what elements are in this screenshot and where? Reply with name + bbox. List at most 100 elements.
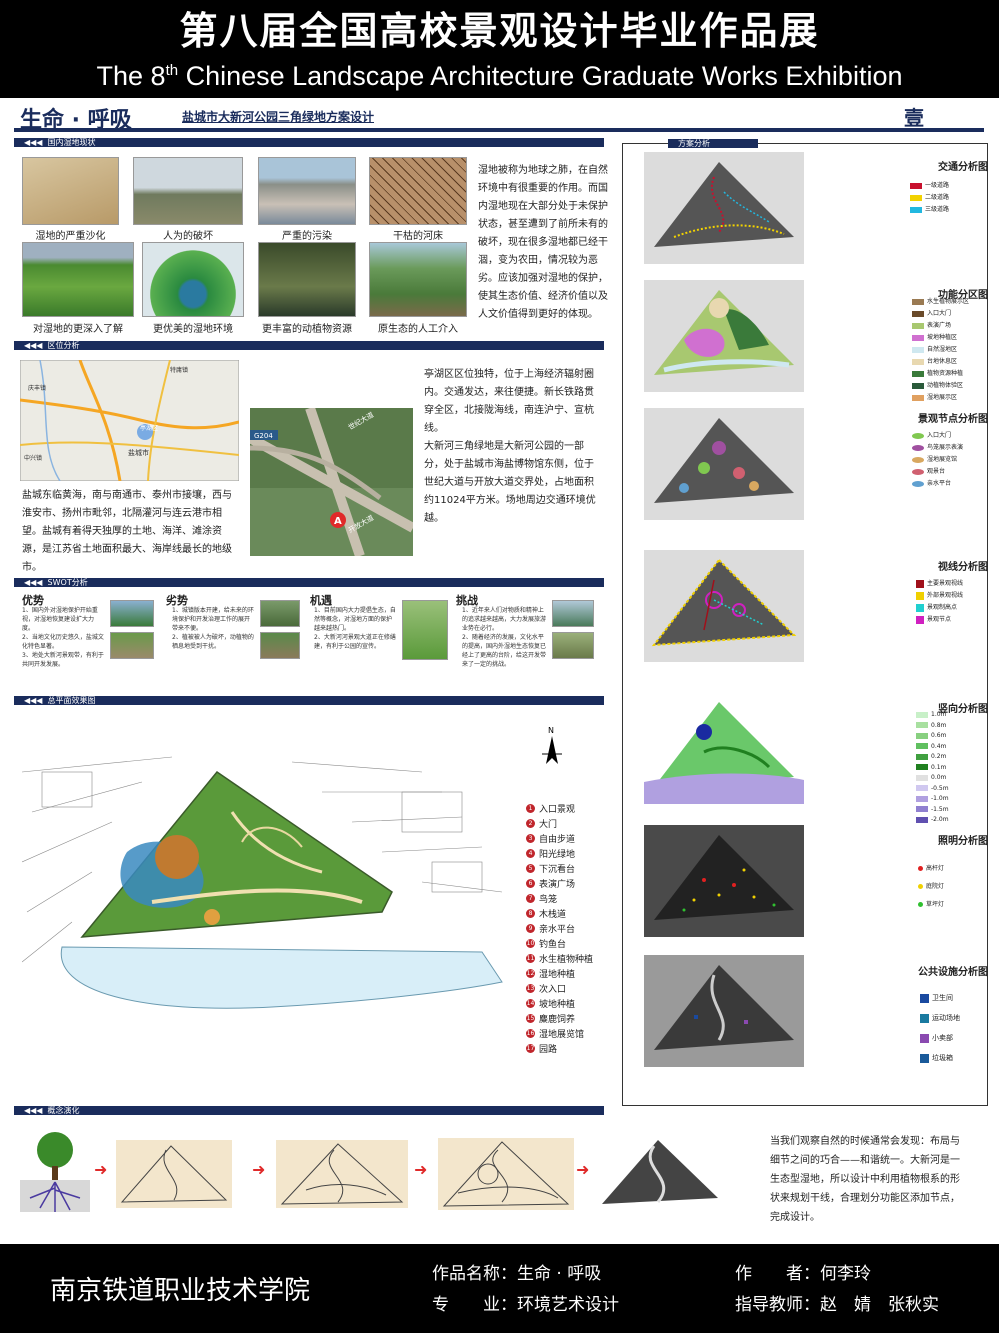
section-bar-concept: ◀◀◀ 概念演化 <box>14 1106 604 1115</box>
exhibition-header: 第八届全国高校景观设计毕业作品展 The 8th Chinese Landsca… <box>0 0 999 98</box>
concept-description: 当我们观察自然的时候通常会发现：布局与细节之间的巧合——和谐统一。大新河是一生态… <box>770 1136 960 1223</box>
trash-icon <box>920 1053 929 1063</box>
map-label-qingfeng: 庆丰镇 <box>28 384 46 392</box>
north-arrow-icon: N <box>542 726 562 764</box>
swot-weakness-text: 1、城镇版本开建，给未来的环境保护和开发治理工作的展开带来不便。 2、植被被人为… <box>172 607 254 650</box>
concept-sketch-2 <box>276 1140 408 1208</box>
caption-human-damage: 人为的破坏 <box>163 231 213 242</box>
location-description-right-2: 大新河三角绿地是大新河公园的一部分，处于盐城市海盐博物馆东侧，位于世纪大道与开放… <box>424 441 596 524</box>
photo-desertification <box>22 157 119 225</box>
wetland-description: 湿地被称为地球之肺，在自然环境中有很重要的作用。而国内湿地现在大部分处于未保护状… <box>478 165 608 320</box>
sightline-map <box>644 550 804 662</box>
lighting-legend: 高杆灯 庭院灯 草坪灯 <box>918 860 944 914</box>
project-subtitle: 盐城市大新河公园三角绿地方案设计 <box>182 110 375 124</box>
advisor: 指导教师：赵 婧 张秋实 <box>735 1295 939 1315</box>
swot-weakness-photo-2 <box>260 632 300 659</box>
photo-human-damage <box>133 157 243 225</box>
legend-item: 1 入口景观 <box>526 802 575 815</box>
caption-desertification: 湿地的严重沙化 <box>35 231 106 242</box>
arrow-right-icon: ➜ <box>94 1160 108 1179</box>
swot-opportunity-text: 1、目前国内大力提倡生态，自然等概念，对湿地方面的保护越来越热门。 2、大新河河… <box>314 607 396 650</box>
project-banner: 生命 · 呼吸 盐城市大新河公园三角绿地方案设计 壹 <box>14 104 984 133</box>
arrow-right-icon: ➜ <box>414 1160 428 1179</box>
elevation-legend: 1.0m 0.8m 0.6m 0.4m 0.2m 0.1m 0.0m -0.5m… <box>916 710 949 826</box>
nodes-legend: 入口大门 鸟笼展示表演 湿地展览馆 观景台 亲水平台 <box>912 430 963 490</box>
major: 专 业：环境艺术设计 <box>432 1295 619 1315</box>
tree-roots-icon <box>20 1132 90 1212</box>
swot-strength-photo-1 <box>110 600 154 627</box>
author: 作 者：何李玲 <box>735 1264 871 1284</box>
sheet-number: 壹 <box>904 106 924 130</box>
swot-threat-photo-2 <box>552 632 594 659</box>
facility-map <box>644 955 804 1067</box>
caption-dry-riverbed: 干枯的河床 <box>393 231 443 242</box>
swot-strength-photo-2 <box>110 632 154 659</box>
school-name: 南京铁道职业技术学院 <box>50 1276 311 1306</box>
traffic-legend: 一级道路 二级道路 三级道路 <box>910 180 949 216</box>
legend-item: 16 湿地展览馆 <box>526 1029 585 1040</box>
legend-item: 3 自由步道 <box>526 832 575 845</box>
legend-item: 17 园路 <box>526 1044 558 1055</box>
caption-wetland-understanding: 对湿地的更深入了解 <box>33 324 123 335</box>
section-bar-wetland: ◀◀◀ 国内湿地现状 <box>14 138 604 147</box>
legend-item: 2 大门 <box>526 817 557 830</box>
photo-wetland-understanding <box>22 242 134 317</box>
swot-strength-text: 1、国内外对湿地保护开始重视，对湿地恢复建设扩大力度。 2、当地文化历史悠久，盐… <box>22 607 104 668</box>
location-description-left: 盐城东临黄海，南与南通市、泰州市接壤，西与淮安市、扬州市毗邻，北隔灌河与连云港市… <box>22 490 232 573</box>
section-bar-location: ◀◀◀ 区位分析 <box>14 341 604 350</box>
legend-item: 11 水生植物种植 <box>526 954 594 965</box>
analysis-title-facility: 公共设施分析图 <box>918 967 988 978</box>
legend-item: 6 表演广场 <box>526 877 575 890</box>
legend-item: 15 麋鹿饲养 <box>526 1014 576 1025</box>
poster-footer: 南京铁道职业技术学院 作品名称：生命 · 呼吸 专 业：环境艺术设计 作 者：何… <box>0 1244 999 1333</box>
master-plan-drawing <box>22 756 503 1009</box>
analysis-title-lighting: 照明分析图 <box>938 836 988 847</box>
legend-item: 8 木栈道 <box>526 907 566 920</box>
swot-threat-photo-1 <box>552 600 594 627</box>
legend-item: 12 湿地种植 <box>526 969 576 980</box>
lighting-map <box>644 825 804 937</box>
legend-item: 7 鸟笼 <box>526 892 557 905</box>
sightline-legend: 主要景观视线 外部景观视线 景观制高点 景观节点 <box>916 578 963 626</box>
section-bar-analysis: 方案分析 <box>668 139 758 148</box>
map-label-g204: G204 <box>254 432 273 440</box>
project-brand: 生命 · 呼吸 <box>20 108 132 133</box>
legend-item: 10 钓鱼台 <box>526 939 567 950</box>
elevation-map <box>644 692 804 804</box>
photo-dry-riverbed <box>369 157 467 225</box>
concept-final-plan <box>598 1138 722 1210</box>
legend-item: 14 坡地种植 <box>526 999 576 1010</box>
analysis-title-nodes: 景观节点分析图 <box>918 414 988 425</box>
map-label-tinghu: 亭湖区 <box>140 424 158 432</box>
analysis-title-traffic: 交通分析图 <box>938 162 988 173</box>
concept-sketch-1 <box>116 1140 232 1208</box>
legend-item: 13 次入口 <box>526 984 567 995</box>
work-name: 作品名称：生命 · 呼吸 <box>432 1264 602 1284</box>
sports-icon <box>920 1013 929 1023</box>
facility-legend: 卫生间 运动场地 小卖部 垃圾箱 <box>920 988 960 1068</box>
concept-sketch-3 <box>438 1138 574 1210</box>
function-zone-map <box>644 280 804 392</box>
location-description-right-1: 亭湖区区位独特，位于上海经济辐射圈内。交通发达，来往便捷。新长铁路贯穿全区，北接… <box>424 369 594 434</box>
legend-item: 5 下沉看台 <box>526 862 575 875</box>
exhibition-title-cn: 第八届全国高校景观设计毕业作品展 <box>179 9 820 53</box>
section-bar-masterplan: ◀◀◀ 总平面效果图 <box>14 696 604 705</box>
caption-wetland-environment: 更优美的湿地环境 <box>153 324 233 335</box>
exhibition-title-en: The 8th Chinese Landscape Architecture G… <box>96 61 903 91</box>
map-label-zhongxing: 中兴镇 <box>24 454 42 462</box>
shop-icon <box>920 1033 929 1043</box>
caption-flora-fauna: 更丰富的动植物资源 <box>262 324 352 335</box>
landscape-node-map <box>644 408 804 520</box>
map-label-yancheng: 盐城市 <box>128 448 149 457</box>
svg-text:A: A <box>334 516 342 527</box>
legend-item: 9 亲水平台 <box>526 922 575 935</box>
photo-wetland-environment <box>142 242 244 317</box>
swot-weakness-photo-1 <box>260 600 300 627</box>
photo-pollution <box>258 157 356 225</box>
photo-ecological-intervention <box>369 242 467 317</box>
function-legend: 水生植物展示区 入口大门 表演广场 坡地种植区 自然湿地区 台地休息区 植物资源… <box>912 296 969 404</box>
city-map: 盐城市 亭湖区 特庸镇 庆丰镇 中兴镇 <box>20 360 239 481</box>
legend-item: 4 阳光绿地 <box>526 847 575 860</box>
caption-pollution: 严重的污染 <box>282 231 332 242</box>
section-bar-swot: ◀◀◀ SWOT分析 <box>14 578 604 587</box>
